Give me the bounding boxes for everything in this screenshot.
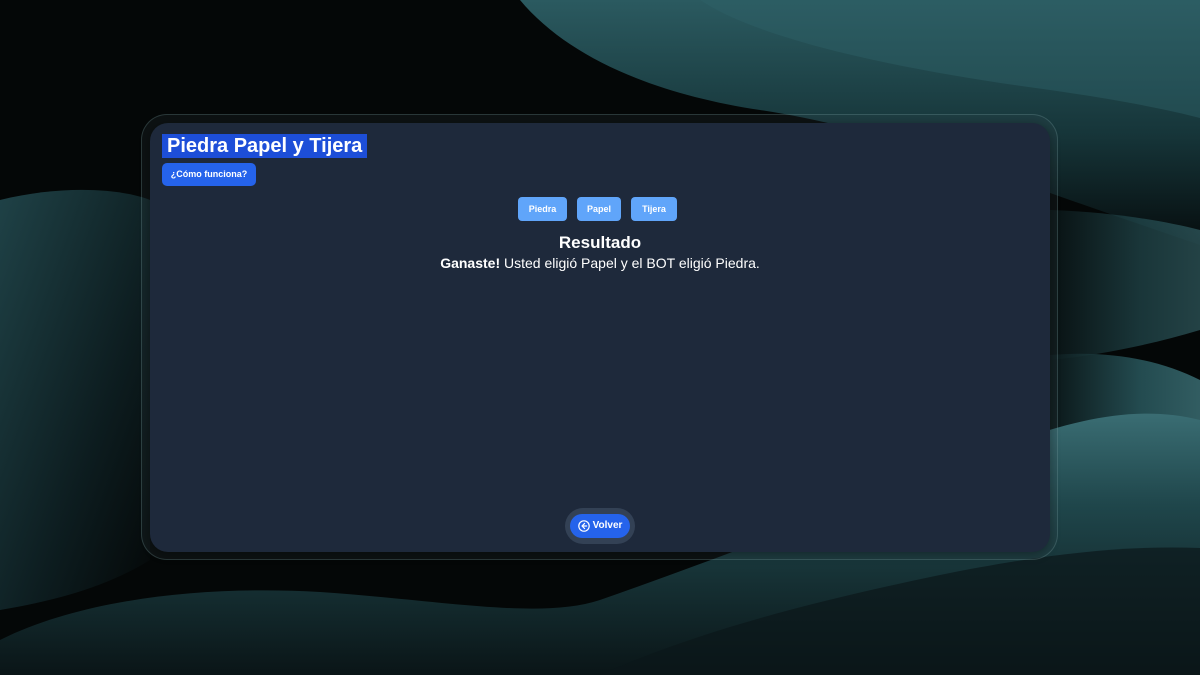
result-message: Ganaste! Usted eligió Papel y el BOT eli… (150, 254, 1050, 272)
game-panel: Piedra Papel y Tijera ¿Cómo funciona? Pi… (150, 123, 1050, 552)
back-button-container: Volver (565, 508, 635, 544)
rock-button[interactable]: Piedra (518, 197, 567, 221)
back-button[interactable]: Volver (570, 514, 630, 538)
result-outcome: Ganaste! (440, 255, 501, 271)
arrow-left-circle-icon (577, 520, 590, 532)
how-it-works-button[interactable]: ¿Cómo funciona? (162, 163, 256, 186)
result-detail: Usted eligió Papel y el BOT eligió Piedr… (500, 255, 760, 271)
page-title: Piedra Papel y Tijera (162, 134, 368, 158)
desktop-background: Piedra Papel y Tijera ¿Cómo funciona? Pi… (0, 0, 1200, 675)
back-button-label: Volver (592, 520, 623, 531)
scissors-button[interactable]: Tijera (631, 197, 677, 221)
result-heading: Resultado (558, 233, 642, 252)
paper-button[interactable]: Papel (577, 197, 621, 221)
